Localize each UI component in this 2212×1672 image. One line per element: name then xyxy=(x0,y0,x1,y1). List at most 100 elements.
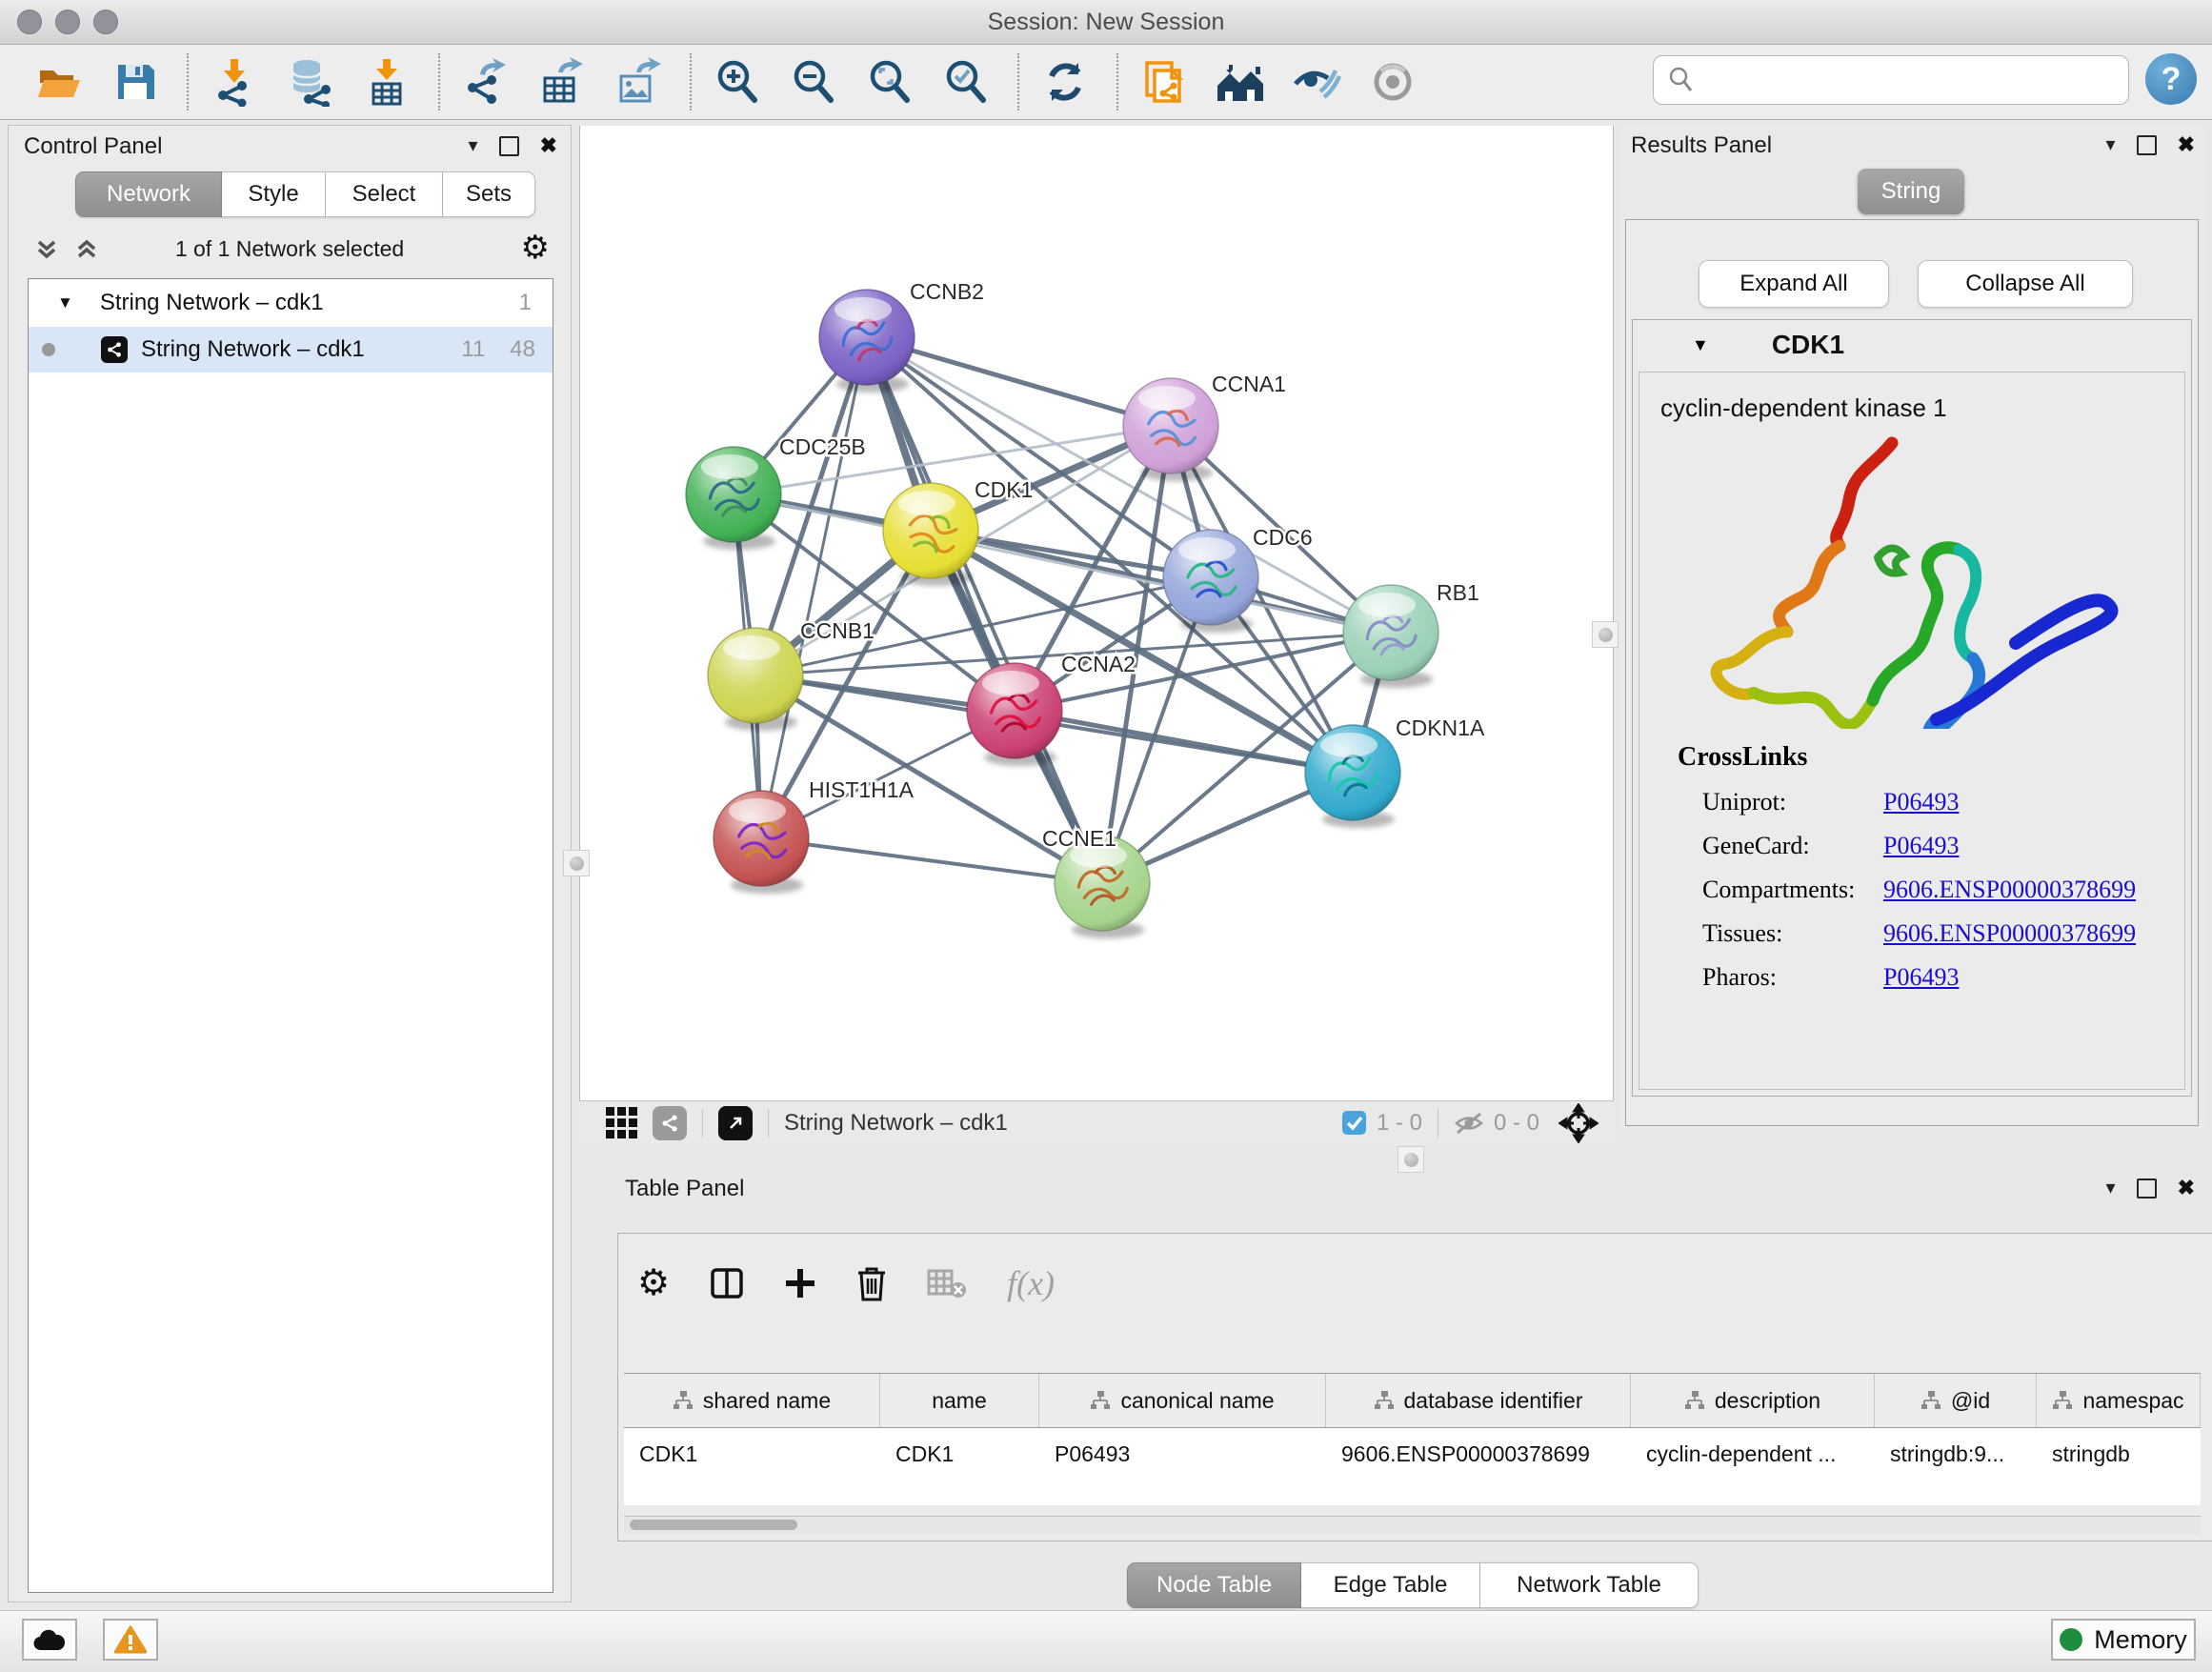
float-panel-icon[interactable] xyxy=(499,136,519,156)
hidden-eye-icon[interactable] xyxy=(1454,1111,1484,1136)
crosslink-link[interactable]: 9606.ENSP00000378699 xyxy=(1883,876,2136,904)
table-cell[interactable]: 9606.ENSP00000378699 xyxy=(1326,1428,1631,1480)
clone-network-icon[interactable] xyxy=(1137,55,1191,109)
help-icon[interactable]: ? xyxy=(2145,53,2197,105)
table-cell[interactable]: cyclin-dependent ... xyxy=(1631,1428,1875,1480)
zoom-selected-icon[interactable] xyxy=(939,55,993,109)
show-annotations-icon[interactable] xyxy=(1366,55,1419,109)
open-session-icon[interactable] xyxy=(32,55,86,109)
save-session-icon[interactable] xyxy=(109,55,162,109)
network-collection-row[interactable]: ▼ String Network – cdk1 1 xyxy=(29,279,553,327)
selected-checkbox-icon[interactable] xyxy=(1341,1110,1367,1136)
node-RB1[interactable] xyxy=(1343,585,1438,688)
column-header-database-identifier[interactable]: database identifier xyxy=(1326,1374,1631,1427)
network-options-gear-icon[interactable]: ⚙ xyxy=(521,229,550,267)
crosslink-link[interactable]: P06493 xyxy=(1883,832,1959,860)
horizontal-scrollbar[interactable] xyxy=(624,1516,2201,1534)
export-network-icon[interactable] xyxy=(459,55,513,109)
zoom-out-icon[interactable] xyxy=(787,55,840,109)
node-CCNE1[interactable] xyxy=(1055,836,1150,938)
node-CDKN1A[interactable] xyxy=(1305,725,1400,828)
section-expander-icon[interactable]: ▼ xyxy=(1692,335,1709,355)
memory-status-icon xyxy=(2060,1628,2082,1651)
table-options-gear-icon[interactable]: ⚙ xyxy=(637,1265,670,1301)
column-header-namespac[interactable]: namespac xyxy=(2037,1374,2201,1427)
node-CDK1[interactable] xyxy=(883,483,978,586)
tab-sets[interactable]: Sets xyxy=(443,171,535,217)
close-panel-icon[interactable]: ✖ xyxy=(540,135,557,156)
search-input[interactable] xyxy=(1703,60,2128,100)
tab-node-table[interactable]: Node Table xyxy=(1127,1562,1301,1608)
export-table-icon[interactable] xyxy=(535,55,589,109)
table-cell[interactable]: stringdb xyxy=(2037,1428,2201,1480)
crosslink-link[interactable]: 9606.ENSP00000378699 xyxy=(1883,919,2136,948)
export-image-icon[interactable] xyxy=(612,55,665,109)
toolbar-separator xyxy=(187,53,189,111)
table-cell[interactable]: CDK1 xyxy=(624,1428,880,1480)
crosslink-link[interactable]: P06493 xyxy=(1883,963,1959,992)
table-cell[interactable]: CDK1 xyxy=(880,1428,1039,1480)
node-CCNB1[interactable] xyxy=(708,628,803,731)
tab-string[interactable]: String xyxy=(1858,169,1964,214)
close-panel-icon[interactable]: ✖ xyxy=(2178,1178,2195,1199)
collapse-all-button[interactable]: Collapse All xyxy=(1918,260,2133,308)
tab-select[interactable]: Select xyxy=(326,171,443,217)
show-graphics-details-icon[interactable] xyxy=(1290,55,1343,109)
edge-CCNB2-HIST1H1A[interactable] xyxy=(761,337,867,838)
node-CDC25B[interactable] xyxy=(686,447,781,550)
table-cell[interactable]: stringdb:9... xyxy=(1875,1428,2037,1480)
tab-edge-table[interactable]: Edge Table xyxy=(1301,1562,1480,1608)
column-header-name[interactable]: name xyxy=(880,1374,1039,1427)
tab-network-table[interactable]: Network Table xyxy=(1480,1562,1699,1608)
network-row-selected[interactable]: String Network – cdk1 11 48 xyxy=(29,327,553,373)
import-table-file-icon[interactable] xyxy=(360,55,413,109)
delete-column-icon[interactable] xyxy=(856,1265,887,1301)
network-canvas[interactable]: CCNB2CCNA1CDC25BCDK1CDC6RB1CCNB1CCNA2CDK… xyxy=(579,126,1614,1100)
import-network-database-icon[interactable] xyxy=(284,55,337,109)
crosslink-link[interactable]: P06493 xyxy=(1883,788,1959,816)
scrollbar-thumb[interactable] xyxy=(630,1520,797,1530)
column-header-shared-name[interactable]: shared name xyxy=(624,1374,880,1427)
column-header-description[interactable]: description xyxy=(1631,1374,1875,1427)
warnings-button[interactable] xyxy=(103,1619,158,1661)
bottom-splitter-handle[interactable] xyxy=(1398,1146,1424,1173)
node-CCNA1[interactable] xyxy=(1123,378,1218,481)
panel-menu-icon[interactable]: ▾ xyxy=(469,136,478,155)
panel-menu-icon[interactable]: ▾ xyxy=(2106,135,2116,154)
crosslink-row: Pharos:P06493 xyxy=(1702,963,2184,992)
right-splitter-handle[interactable] xyxy=(1592,621,1619,648)
delete-table-icon-disabled xyxy=(927,1267,967,1299)
close-panel-icon[interactable]: ✖ xyxy=(2178,134,2195,155)
zoom-in-icon[interactable] xyxy=(711,55,764,109)
table-row[interactable]: CDK1CDK1P064939606.ENSP00000378699cyclin… xyxy=(624,1428,2201,1480)
hidden-counts: 0 - 0 xyxy=(1494,1110,1539,1137)
node-CCNA2[interactable] xyxy=(967,663,1062,766)
collection-expander-icon[interactable]: ▼ xyxy=(57,293,73,312)
tab-network[interactable]: Network xyxy=(75,171,222,217)
add-column-icon[interactable] xyxy=(784,1267,816,1299)
open-in-window-icon[interactable] xyxy=(718,1106,753,1140)
column-header-canonical-name[interactable]: canonical name xyxy=(1039,1374,1326,1427)
memory-button[interactable]: Memory xyxy=(2051,1619,2196,1661)
tab-style[interactable]: Style xyxy=(222,171,326,217)
float-panel-icon[interactable] xyxy=(2137,135,2157,155)
window-title: Session: New Session xyxy=(0,9,2212,36)
node-HIST1H1A[interactable] xyxy=(714,791,809,894)
table-toolbar: ⚙ f(x) xyxy=(637,1253,1055,1314)
panel-menu-icon[interactable]: ▾ xyxy=(2106,1178,2116,1198)
float-panel-icon[interactable] xyxy=(2137,1178,2157,1199)
home-icon[interactable] xyxy=(1214,55,1267,109)
gene-section-header[interactable]: ▼ CDK1 xyxy=(1633,320,2191,370)
import-network-file-icon[interactable] xyxy=(208,55,261,109)
column-header-@id[interactable]: @id xyxy=(1875,1374,2037,1427)
expand-all-button[interactable]: Expand All xyxy=(1699,260,1889,308)
left-splitter-handle[interactable] xyxy=(563,850,590,876)
string-network-badge-icon[interactable] xyxy=(653,1106,687,1140)
refresh-view-icon[interactable] xyxy=(1038,55,1092,109)
cloud-button[interactable] xyxy=(22,1619,77,1661)
table-cell[interactable]: P06493 xyxy=(1039,1428,1326,1480)
birdseye-navigator-icon[interactable] xyxy=(1558,1103,1599,1143)
show-columns-icon[interactable] xyxy=(710,1266,744,1300)
fit-content-icon[interactable] xyxy=(863,55,916,109)
show-grid-icon[interactable] xyxy=(606,1107,637,1138)
